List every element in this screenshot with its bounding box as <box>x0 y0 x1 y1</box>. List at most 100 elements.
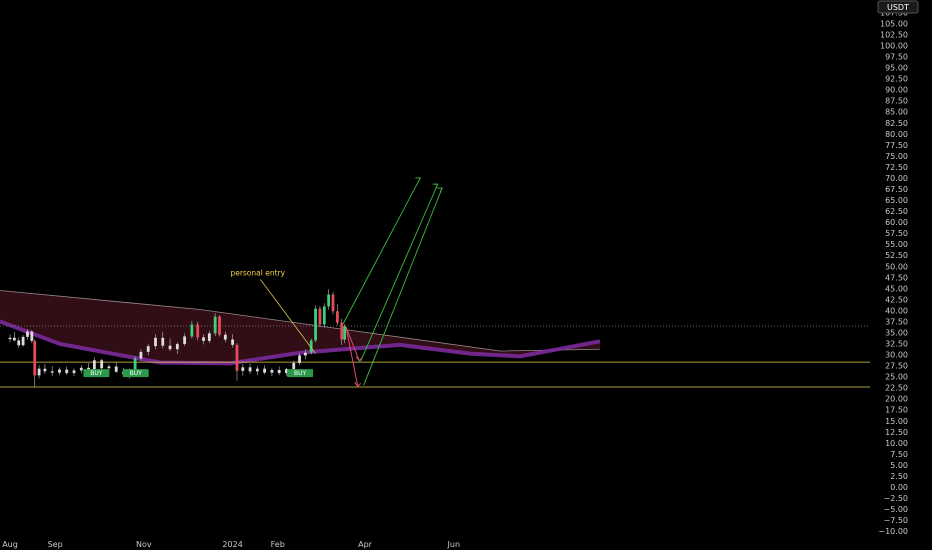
price-tick-label: 25.00 <box>885 373 908 382</box>
price-tick-label: 67.50 <box>885 185 908 194</box>
price-tick-label: 82.50 <box>885 119 908 128</box>
price-tick-label: 47.50 <box>885 273 908 282</box>
candle-body <box>298 355 301 363</box>
price-tick-label: −2.50 <box>883 494 908 503</box>
candle-body <box>270 370 274 373</box>
price-tick-label: 37.50 <box>885 317 908 326</box>
candle-body <box>30 331 34 341</box>
price-tick-label: 85.00 <box>885 108 908 117</box>
candle-body <box>255 368 259 372</box>
candle-body <box>100 360 104 369</box>
price-tick-label: 10.00 <box>885 439 908 448</box>
price-tick-label: 60.00 <box>885 218 908 227</box>
price-tick-label: 52.50 <box>885 251 908 260</box>
candle-body <box>58 369 61 373</box>
time-tick-label: Feb <box>271 540 285 549</box>
price-tick-label: 72.50 <box>885 163 908 172</box>
candle-body <box>335 311 339 323</box>
price-tick-label: 5.00 <box>890 461 908 470</box>
candle-body <box>213 316 217 334</box>
candle-body <box>196 324 200 338</box>
candle-body <box>183 336 186 344</box>
price-tick-label: 75.00 <box>885 152 908 161</box>
candle-body <box>17 340 21 346</box>
candle-body <box>37 368 41 376</box>
price-tick-label: 7.50 <box>890 450 908 459</box>
candle-body <box>248 367 252 372</box>
candle-body <box>331 294 335 312</box>
price-tick-label: −5.00 <box>883 505 908 514</box>
time-tick-label: Nov <box>136 540 152 549</box>
price-tick-label: 2.50 <box>890 472 908 481</box>
candle-body <box>322 306 326 325</box>
candle-body <box>133 358 137 371</box>
price-tick-label: 12.50 <box>885 428 908 437</box>
candle-body <box>154 337 157 347</box>
price-tick-label: −7.50 <box>883 516 908 525</box>
candle-body <box>263 368 267 373</box>
candle-body <box>202 337 205 341</box>
price-tick-label: 40.00 <box>885 306 908 315</box>
candle-body <box>190 324 194 337</box>
candle-body <box>303 352 307 356</box>
candle-body <box>114 366 118 372</box>
price-tick-label: −10.00 <box>878 527 908 536</box>
price-tick-label: 30.00 <box>885 351 908 360</box>
candle-body <box>139 351 143 359</box>
price-chart[interactable]: 28.2822.6536.4717:07:54 personal entryBU… <box>0 0 932 550</box>
candle-body <box>314 308 317 341</box>
candle-body <box>72 370 76 374</box>
price-tick-label: 20.00 <box>885 395 908 404</box>
price-tick-label: 32.50 <box>885 340 908 349</box>
price-tick-label: 105.00 <box>880 19 908 28</box>
price-tick-label: 27.50 <box>885 362 908 371</box>
candle-body <box>241 367 245 371</box>
price-tick-label: 17.50 <box>885 406 908 415</box>
chart-background <box>0 0 932 550</box>
price-tick-label: 35.00 <box>885 328 908 337</box>
price-tick-label: 57.50 <box>885 229 908 238</box>
buy-label: BUY <box>294 370 307 377</box>
candle-body <box>175 343 179 350</box>
candle-body <box>327 294 331 307</box>
time-tick-label: Jun <box>447 540 461 549</box>
price-tick-label: 62.50 <box>885 207 908 216</box>
candle-body <box>340 322 344 340</box>
candle-body <box>65 369 69 374</box>
buy-label: BUY <box>90 370 103 377</box>
candle-body <box>235 344 239 371</box>
candle-body <box>161 337 165 346</box>
price-tick-label: 95.00 <box>885 64 908 73</box>
price-tick-label: 70.00 <box>885 174 908 183</box>
price-tick-label: 92.50 <box>885 75 908 84</box>
price-tick-label: 42.50 <box>885 295 908 304</box>
price-tick-label: 102.50 <box>880 30 908 39</box>
candle-body <box>277 370 281 374</box>
candle-body <box>223 334 227 340</box>
candle-body <box>92 360 96 370</box>
price-tick-label: 77.50 <box>885 141 908 150</box>
price-tick-label: 90.00 <box>885 86 908 95</box>
time-tick-label: Apr <box>358 540 373 549</box>
price-tick-label: 22.50 <box>885 384 908 393</box>
price-tick-label: 50.00 <box>885 262 908 271</box>
currency-label: USDT <box>887 3 909 12</box>
price-axis[interactable]: −10.00 −7.50 −5.00 −2.50 0.00 2.50 5.00 7.50 10.… <box>870 0 932 550</box>
price-tick-label: 0.00 <box>890 483 908 492</box>
candle-body <box>33 340 37 376</box>
candle-body <box>8 337 12 340</box>
price-tick-label: 15.00 <box>885 417 908 426</box>
candle-body <box>146 346 150 352</box>
candle-body <box>79 367 83 371</box>
time-tick-label: 2024 <box>222 540 242 549</box>
annotation-label: personal entry <box>230 268 285 277</box>
price-tick-label: 97.50 <box>885 53 908 62</box>
candle-body <box>26 331 29 337</box>
candle-body <box>43 368 47 372</box>
candle-body <box>21 336 25 346</box>
price-tick-label: 55.00 <box>885 240 908 249</box>
candle-body <box>292 362 296 370</box>
candle-body <box>107 366 111 369</box>
candle-body <box>231 339 235 345</box>
candle-body <box>168 345 172 350</box>
